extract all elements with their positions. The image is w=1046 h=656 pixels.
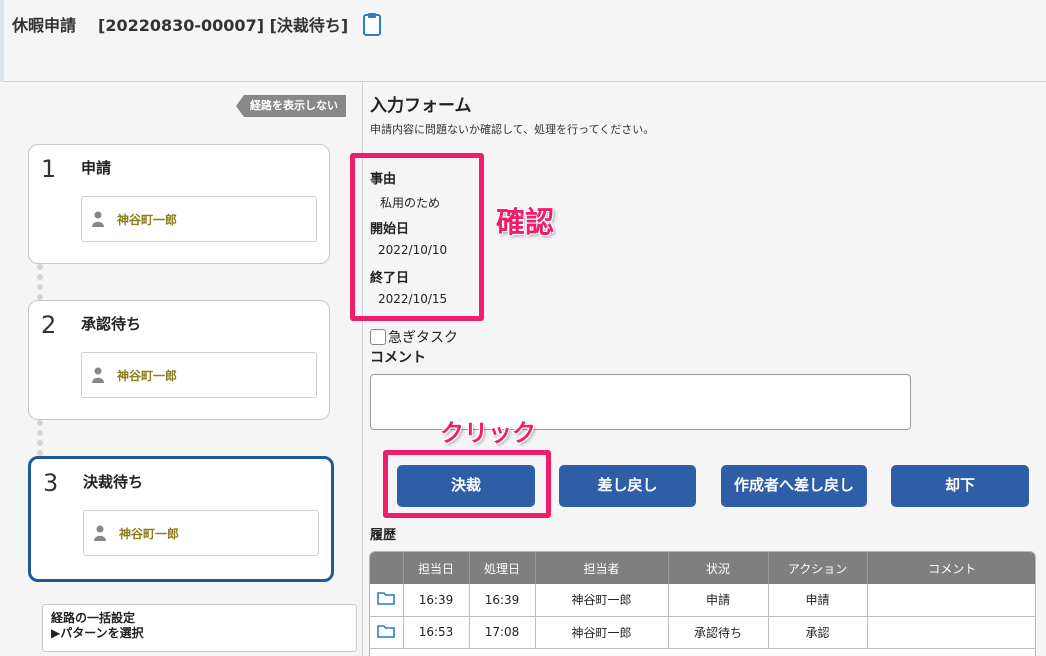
page-title: 休暇申請 [20220830-00007] [決裁待ち] xyxy=(12,12,382,36)
route-step-1: 1 申請 神谷町一郎 xyxy=(28,144,330,264)
input-form-panel: 入力フォーム 申請内容に問題ないか確認して、処理を行ってください。 事由 私用の… xyxy=(350,83,1046,656)
bulk-setting-title: 経路の一括設定 xyxy=(51,611,136,625)
page-title-text: 休暇申請 xyxy=(12,16,77,35)
step-user[interactable]: 神谷町一郎 xyxy=(83,510,319,556)
urgent-task-option[interactable]: 急ぎタスク xyxy=(370,327,458,347)
click-annotation: クリック xyxy=(440,419,536,447)
action-cell: 承認 xyxy=(768,616,868,649)
approve-button[interactable]: 決裁 xyxy=(397,465,535,507)
step-number: 2 xyxy=(41,311,57,339)
urgent-task-checkbox[interactable] xyxy=(370,329,386,345)
history-header-row: 担当日 処理日 担当者 状況 アクション コメント xyxy=(370,552,1035,584)
form-title: 入力フォーム xyxy=(370,96,472,116)
step-user[interactable]: 神谷町一郎 xyxy=(81,196,317,242)
action-cell: 申請 xyxy=(768,584,868,617)
folder-icon[interactable] xyxy=(377,624,396,638)
hide-route-button[interactable]: 経路を表示しない xyxy=(236,95,346,117)
processed-cell: 17:08 xyxy=(469,616,536,649)
column-header-processed-date: 処理日 xyxy=(469,552,536,584)
comment-cell xyxy=(867,616,1035,649)
send-back-button[interactable]: 差し戻し xyxy=(559,465,696,507)
step-number: 3 xyxy=(43,469,59,497)
assigned-cell: 16:53 xyxy=(403,616,470,649)
assigned-cell: 16:39 xyxy=(403,584,470,617)
header-edge xyxy=(0,0,4,82)
processed-cell: 16:39 xyxy=(469,584,536,617)
step-name: 申請 xyxy=(81,159,112,177)
confirm-annotation: 確認 xyxy=(496,205,555,239)
folder-cell[interactable] xyxy=(370,584,404,617)
column-header-status: 状況 xyxy=(668,552,769,584)
column-header-assignee: 担当者 xyxy=(535,552,669,584)
step-user-name: 神谷町一郎 xyxy=(119,527,180,541)
route-step-2: 2 承認待ち 神谷町一郎 xyxy=(28,300,330,420)
step-name: 承認待ち xyxy=(81,315,142,333)
step-connector xyxy=(37,420,43,456)
folder-cell[interactable] xyxy=(370,616,404,649)
step-name: 決裁待ち xyxy=(83,473,144,491)
step-user-name: 神谷町一郎 xyxy=(117,369,178,383)
table-row: 16:53 17:08 神谷町一郎 承認待ち 承認 xyxy=(370,616,1035,649)
column-header-icon xyxy=(370,552,404,584)
table-row: 16:39 16:39 神谷町一郎 申請 申請 xyxy=(370,584,1035,617)
comment-label: コメント xyxy=(370,350,426,366)
form-description: 申請内容に問題ないか確認して、処理を行ってください。 xyxy=(370,123,655,136)
step-user-name: 神谷町一郎 xyxy=(117,213,178,227)
clipboard-icon[interactable] xyxy=(362,12,382,36)
person-icon xyxy=(92,367,104,383)
route-bulk-setting[interactable]: 経路の一括設定 ▶パターンを選択 xyxy=(42,604,357,652)
page-header: 休暇申請 [20220830-00007] [決裁待ち] xyxy=(0,0,1046,82)
column-header-comment: コメント xyxy=(867,552,1035,584)
status-cell: 申請 xyxy=(668,584,769,617)
select-pattern-link[interactable]: ▶パターンを選択 xyxy=(51,626,356,641)
comment-cell xyxy=(867,584,1035,617)
route-panel: 経路を表示しない 1 申請 神谷町一郎 2 承認待ち 神谷町一郎 3 決裁待ち xyxy=(0,83,363,656)
history-label: 履歴 xyxy=(370,528,397,543)
document-id: [20220830-00007] [決裁待ち] xyxy=(98,16,349,35)
folder-icon[interactable] xyxy=(377,591,396,606)
send-back-to-creator-button[interactable]: 作成者へ差し戻し xyxy=(721,465,867,507)
person-icon xyxy=(92,211,104,227)
step-user[interactable]: 神谷町一郎 xyxy=(81,352,317,398)
person-icon xyxy=(94,525,106,541)
urgent-task-label: 急ぎタスク xyxy=(388,330,458,346)
column-header-action: アクション xyxy=(768,552,868,584)
status-cell: 承認待ち xyxy=(668,616,769,649)
route-step-3: 3 決裁待ち 神谷町一郎 xyxy=(28,456,334,582)
assignee-cell: 神谷町一郎 xyxy=(535,616,669,649)
assignee-cell: 神谷町一郎 xyxy=(535,584,669,617)
reject-button[interactable]: 却下 xyxy=(891,465,1029,507)
step-number: 1 xyxy=(41,155,57,183)
step-connector xyxy=(37,264,43,300)
column-header-assigned-date: 担当日 xyxy=(403,552,470,584)
confirm-highlight-box xyxy=(350,153,484,321)
history-table: 担当日 処理日 担当者 状況 アクション コメント 16:39 16:39 神谷… xyxy=(369,551,1036,656)
